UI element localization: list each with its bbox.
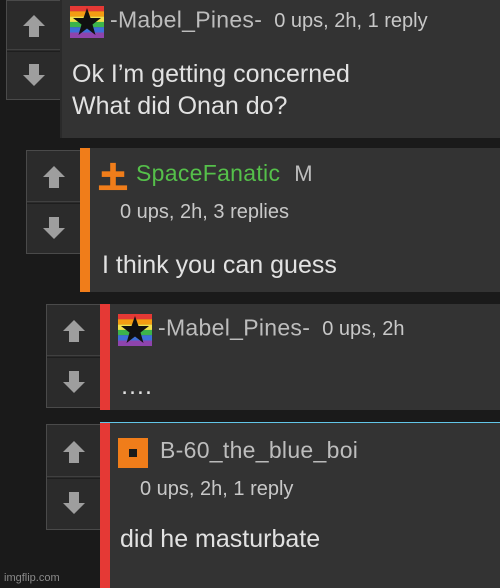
vote-box — [46, 424, 102, 530]
arrow-up-icon — [43, 166, 65, 188]
comment-meta: SpaceFanatic M — [98, 160, 313, 191]
comment-line: did he masturbate — [120, 525, 321, 553]
comment-text: …. — [120, 370, 152, 402]
arrow-up-icon — [23, 15, 45, 37]
vote-box — [26, 150, 82, 254]
downvote-button[interactable] — [47, 355, 101, 407]
comment-line: What did Onan do? — [72, 92, 288, 120]
downvote-button[interactable] — [27, 201, 81, 253]
orange-square-icon — [118, 437, 148, 468]
upvote-button[interactable] — [7, 1, 61, 52]
arrow-down-icon — [23, 63, 45, 86]
comment-meta: -Mabel_Pines- 0 ups, 2h — [118, 314, 404, 346]
arrow-up-icon — [63, 320, 85, 342]
comment-stats-row: 0 ups, 2h, 3 replies — [120, 201, 289, 224]
comment-1: -Mabel_Pines- 0 ups, 2h, 1 reply Ok I’m g… — [6, 0, 500, 138]
comment-body: SpaceFanatic M 0 ups, 2h, 3 replies I thi… — [80, 148, 500, 292]
username[interactable]: SpaceFanatic — [136, 160, 280, 186]
comment-stats-row: 0 ups, 2h, 1 reply — [140, 478, 293, 501]
thread-stripe — [80, 148, 90, 292]
comment-4: B-60_the_blue_boi 0 ups, 2h, 1 reply did… — [46, 422, 500, 588]
comment-text: Ok I’m getting concerned What did Onan d… — [72, 58, 350, 122]
downvote-button[interactable] — [7, 49, 61, 99]
rainbow-star-flag-icon — [70, 6, 104, 38]
comment-text: did he masturbate — [120, 523, 320, 555]
orange-cross-icon — [98, 162, 128, 190]
comment-line: I think you can guess — [102, 251, 337, 279]
comment-stats: 0 ups, 2h, 3 replies — [120, 201, 289, 223]
comment-meta: B-60_the_blue_boi — [118, 437, 358, 468]
thread-stripe — [100, 423, 110, 588]
mod-badge: M — [294, 161, 313, 186]
thread-stripe — [100, 304, 110, 410]
comment-3: -Mabel_Pines- 0 ups, 2h …. — [46, 304, 500, 410]
username[interactable]: -Mabel_Pines- — [110, 6, 262, 32]
comment-body: B-60_the_blue_boi 0 ups, 2h, 1 reply did… — [100, 422, 500, 588]
comment-body: -Mabel_Pines- 0 ups, 2h …. — [100, 304, 500, 410]
downvote-button[interactable] — [47, 476, 101, 529]
username[interactable]: B-60_the_blue_boi — [160, 437, 358, 463]
comment-line: Ok I’m getting concerned — [72, 60, 350, 88]
comment-text: I think you can guess — [102, 249, 337, 281]
arrow-down-icon — [43, 216, 65, 239]
upvote-button[interactable] — [47, 425, 101, 479]
comment-body: -Mabel_Pines- 0 ups, 2h, 1 reply Ok I’m g… — [60, 0, 500, 138]
vote-box — [46, 304, 102, 408]
vote-box — [6, 0, 62, 100]
comment-stats: 0 ups, 2h, 1 reply — [274, 10, 428, 33]
arrow-down-icon — [63, 492, 85, 514]
comment-2: SpaceFanatic M 0 ups, 2h, 3 replies I thi… — [26, 148, 500, 292]
comment-line: …. — [120, 372, 152, 400]
comment-stats: 0 ups, 2h, 1 reply — [140, 478, 294, 500]
comment-meta: -Mabel_Pines- 0 ups, 2h, 1 reply — [70, 6, 428, 38]
arrow-up-icon — [63, 440, 85, 463]
upvote-button[interactable] — [27, 151, 81, 204]
comment-stats: 0 ups, 2h — [322, 318, 405, 341]
watermark: imgflip.com — [4, 572, 60, 584]
upvote-button[interactable] — [47, 305, 101, 358]
username[interactable]: -Mabel_Pines- — [158, 314, 310, 340]
rainbow-star-flag-icon — [118, 314, 152, 346]
arrow-down-icon — [63, 370, 85, 393]
